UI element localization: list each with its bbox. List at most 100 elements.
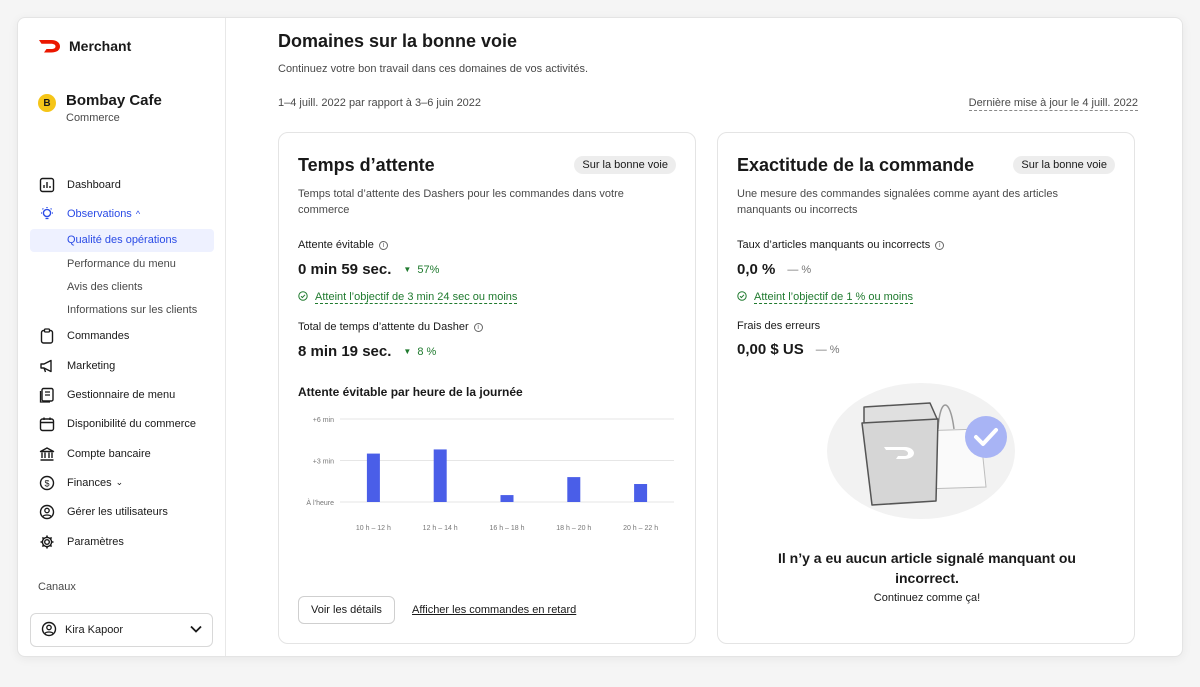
bar	[567, 477, 581, 502]
wait-time-card: Temps d’attente Sur la bonne voie Temps …	[278, 132, 696, 644]
brand[interactable]: Merchant	[38, 38, 131, 54]
check-circle-icon	[737, 291, 747, 304]
delta-text: 57%	[417, 263, 440, 276]
brand-name: Merchant	[69, 38, 132, 54]
calendar-icon	[38, 415, 56, 433]
delta: ▼ 8 %	[403, 346, 436, 358]
bar	[634, 484, 648, 502]
chevron-down-icon	[190, 624, 202, 636]
goal-text[interactable]: Atteint l’objectif de 3 min 24 sec ou mo…	[315, 291, 518, 304]
sidebar-item-label: Commandes	[67, 330, 130, 343]
total-wait-value: 8 min 19 sec. ▼ 8 %	[298, 343, 436, 360]
delivery-bag-illustration	[827, 383, 1015, 519]
last-updated[interactable]: Dernière mise à jour le 4 juill. 2022	[968, 97, 1138, 111]
delta-text: — %	[815, 343, 840, 356]
info-icon[interactable]: i	[378, 240, 388, 250]
sidebar-nav: Dashboard Observations ^ Qualité des opé…	[18, 170, 226, 556]
sidebar-subitem-customer-insights[interactable]: Informations sur les clients	[18, 298, 226, 321]
order-accuracy-card: Exactitude de la commande Sur la bonne v…	[717, 132, 1135, 644]
metric-value-text: 0,0 %	[737, 261, 776, 278]
date-range: 1–4 juill. 2022 par rapport à 3–6 juin 2…	[278, 97, 482, 109]
sidebar-item-settings[interactable]: Paramètres	[18, 527, 226, 556]
sidebar-item-orders[interactable]: Commandes	[18, 322, 226, 351]
delta-text: 8 %	[417, 345, 437, 358]
user-circle-icon	[41, 621, 57, 640]
late-orders-link[interactable]: Afficher les commandes en retard	[412, 604, 576, 616]
store-switcher[interactable]: B Bombay Cafe Commerce	[38, 92, 162, 124]
sidebar-item-label: Marketing	[67, 359, 116, 372]
card-description: Une mesure des commandes signalées comme…	[737, 188, 1058, 216]
page-title: Domaines sur la bonne voie	[278, 31, 518, 51]
sidebar-subitem-quality[interactable]: Qualité des opérations	[30, 228, 214, 252]
metric-value-text: 0,00 $ US	[737, 341, 804, 358]
delta: ▼ 57%	[403, 264, 439, 276]
bar-chart-icon	[38, 176, 56, 194]
status-badge: Sur la bonne voie	[574, 156, 676, 174]
sidebar-item-menu-manager[interactable]: Gestionnaire de menu	[18, 380, 226, 409]
clipboard-icon	[38, 327, 56, 345]
bank-icon	[38, 445, 56, 463]
sidebar-item-dashboard[interactable]: Dashboard	[18, 170, 226, 199]
sidebar-item-availability[interactable]: Disponibilité du commerce	[18, 410, 226, 439]
error-fees-label: Frais des erreurs	[737, 320, 820, 332]
menu-book-icon	[38, 386, 56, 404]
metric-label-text: Frais des erreurs	[737, 320, 821, 332]
total-wait-label: Total de temps d’attente du Dasher i	[298, 321, 483, 333]
metric-value-text: 0 min 59 sec.	[298, 261, 392, 278]
main-content: Domaines sur la bonne voie Continuez vot…	[278, 18, 1138, 656]
store-name: Bombay Cafe	[66, 92, 162, 109]
goal-text[interactable]: Atteint l’objectif de 1 % ou moins	[754, 291, 913, 304]
sidebar-item-observations[interactable]: Observations ^	[18, 199, 226, 228]
info-icon[interactable]: i	[473, 322, 483, 332]
bar	[366, 453, 380, 502]
page-subtitle: Continuez votre bon travail dans ces dom…	[278, 63, 588, 75]
sidebar-item-label: Compte bancaire	[67, 447, 151, 460]
sidebar-item-users[interactable]: Gérer les utilisateurs	[18, 498, 226, 527]
x-tick-label: 20 h – 22 h	[623, 525, 658, 532]
y-tick-label: À l’heure	[306, 498, 334, 507]
card-description: Temps total d’attente des Dashers pour l…	[298, 188, 624, 216]
user-name: Kira Kapoor	[65, 624, 124, 636]
x-tick-label: 16 h – 18 h	[489, 525, 524, 532]
error-rate-value: 0,0 % — %	[737, 261, 811, 278]
metric-value-text: 8 min 19 sec.	[298, 343, 392, 360]
empty-state-subtitle: Continuez comme ça!	[873, 592, 981, 604]
x-tick-label: 18 h – 20 h	[556, 525, 591, 532]
chart-title: Attente évitable par heure de la journée	[298, 385, 523, 399]
delta-text: — %	[787, 263, 812, 276]
sidebar-item-label: Disponibilité du commerce	[67, 418, 196, 431]
app-window: Merchant B Bombay Cafe Commerce Dashboar…	[17, 17, 1183, 657]
sidebar-item-label: Gestionnaire de menu	[67, 389, 176, 402]
x-tick-label: 12 h – 14 h	[423, 525, 458, 532]
sidebar-subitem-menu-performance[interactable]: Performance du menu	[18, 252, 226, 275]
user-circle-icon	[38, 503, 56, 521]
card-title: Temps d’attente	[298, 155, 435, 175]
avoidable-wait-chart: À l’heure +3 min +6 min 10 h – 12 h 12 h – 1…	[306, 417, 674, 532]
empty-state-title: Il n’y a eu aucun article signalé manqua…	[778, 550, 1076, 586]
sidebar-item-label: Paramètres	[67, 535, 124, 548]
info-icon[interactable]: i	[935, 240, 945, 250]
lightbulb-icon	[38, 205, 56, 223]
status-badge: Sur la bonne voie	[1013, 156, 1115, 174]
sidebar: Merchant B Bombay Cafe Commerce Dashboar…	[18, 18, 226, 656]
error-rate-label: Taux d’articles manquants ou incorrects …	[737, 239, 945, 251]
x-tick-label: 10 h – 12 h	[356, 525, 391, 532]
y-tick-label: +6 min	[313, 417, 334, 424]
goal-met: Atteint l’objectif de 1 % ou moins	[737, 291, 913, 304]
chevron-up-icon: ^	[135, 208, 141, 219]
metric-label-text: Attente évitable	[298, 239, 374, 251]
sidebar-item-finances[interactable]: $ Finances ⌄	[18, 468, 226, 497]
sidebar-item-bank-account[interactable]: Compte bancaire	[18, 439, 226, 468]
doordash-logo-icon	[39, 40, 60, 53]
triangle-down-icon: ▼	[403, 265, 412, 274]
sidebar-item-label: Finances	[67, 476, 112, 489]
sidebar-item-label: Dashboard	[67, 178, 121, 191]
sidebar-subitem-reviews[interactable]: Avis des clients	[18, 275, 226, 298]
store-avatar: B	[38, 94, 56, 112]
sidebar-item-marketing[interactable]: Marketing	[18, 351, 226, 380]
sidebar-item-label: Gérer les utilisateurs	[67, 506, 168, 519]
metric-label-text: Total de temps d’attente du Dasher	[298, 321, 469, 333]
view-details-button[interactable]: Voir les détails	[298, 596, 395, 624]
user-menu[interactable]: Kira Kapoor	[30, 613, 213, 647]
goal-met: Atteint l’objectif de 3 min 24 sec ou mo…	[298, 291, 518, 304]
